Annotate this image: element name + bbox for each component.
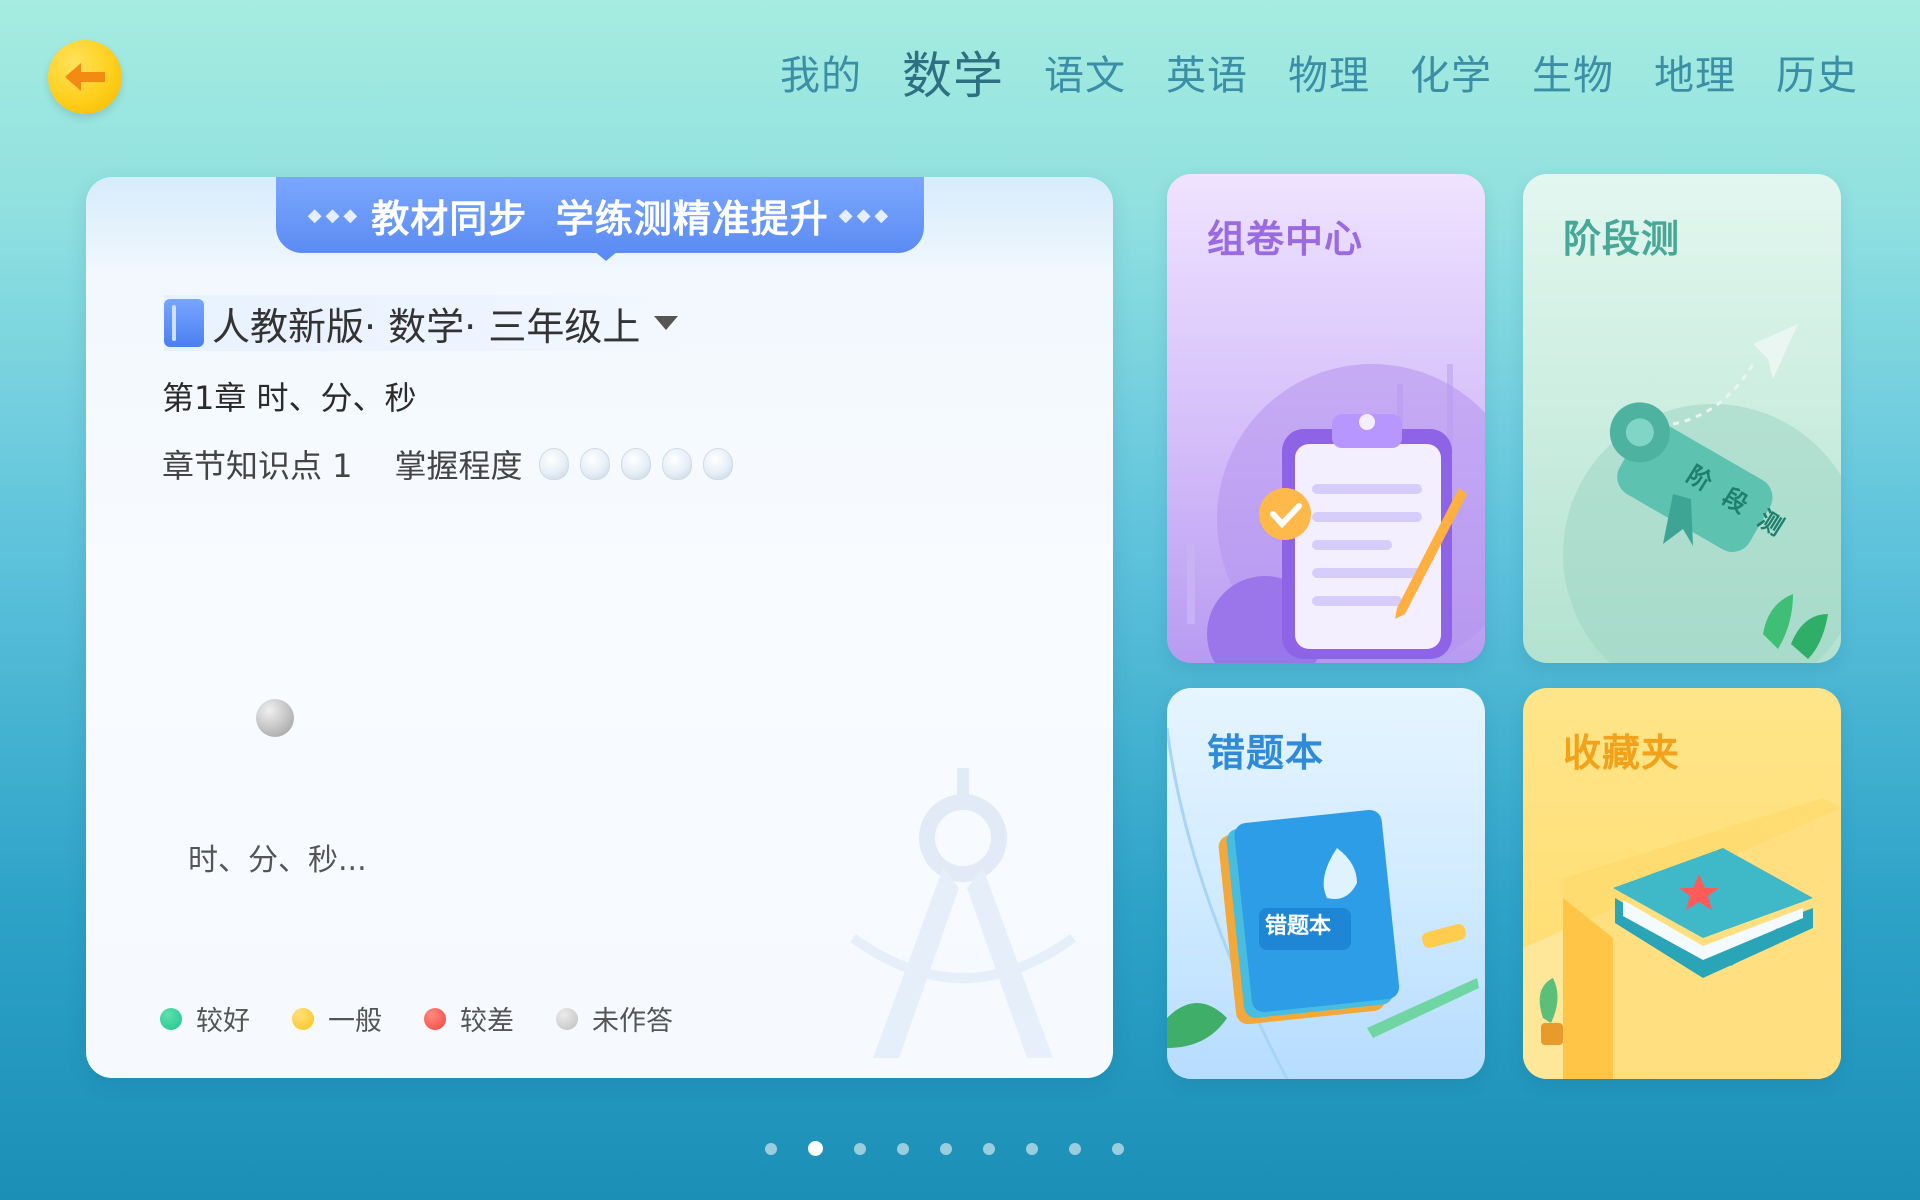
legend-item: 未作答	[556, 999, 673, 1038]
tab-math[interactable]: 数学	[902, 36, 1004, 108]
scroll-icon	[1563, 324, 1841, 663]
knowledge-point-row: 章节知识点 1 掌握程度	[162, 441, 744, 487]
book-icon	[164, 299, 204, 347]
legend-label: 一般	[328, 1006, 382, 1037]
chapter-title: 第1章 时、分、秒	[162, 379, 417, 417]
folder-icon	[1523, 798, 1841, 1079]
banner-title: 教材同步 学练测精准提升	[371, 196, 829, 241]
clipboard-icon	[1187, 364, 1485, 663]
page-dot[interactable]	[983, 1142, 995, 1155]
bulb-icon	[620, 448, 651, 480]
favorites-tile[interactable]: 收藏夹	[1523, 688, 1841, 1079]
banner-tip	[594, 251, 618, 261]
banner-deco-left: ◆◆◆	[307, 204, 362, 226]
legend-dot-poor	[424, 1007, 446, 1030]
tab-biology[interactable]: 生物	[1532, 43, 1614, 101]
page-dot[interactable]	[1026, 1142, 1038, 1155]
tab-history[interactable]: 历史	[1776, 43, 1858, 101]
arrow-left-icon	[65, 63, 105, 91]
legend-dot-average	[292, 1007, 314, 1030]
tab-physics[interactable]: 物理	[1288, 43, 1370, 101]
subject-nav: 我的 数学 语文 英语 物理 化学 生物 地理 历史	[780, 40, 1898, 105]
compass-icon	[850, 768, 1076, 1058]
knowledge-point-label: 章节知识点 1	[162, 447, 353, 485]
tab-mine[interactable]: 我的	[780, 43, 862, 101]
tab-english[interactable]: 英语	[1166, 43, 1248, 101]
page-dot[interactable]	[765, 1142, 777, 1155]
legend-label: 较差	[460, 1006, 514, 1037]
legend-label: 较好	[196, 1006, 250, 1037]
banner-deco-right: ◆◆◆	[838, 204, 893, 226]
legend-item: 一般	[292, 999, 382, 1038]
bulb-icon	[702, 448, 733, 480]
mastery-legend: 较好 一般 较差 未作答	[160, 999, 715, 1038]
tab-geography[interactable]: 地理	[1654, 43, 1736, 101]
legend-dot-good	[160, 1007, 182, 1030]
mastery-label: 掌握程度	[394, 447, 523, 485]
bulb-icon	[579, 448, 610, 480]
page-dot[interactable]	[940, 1142, 952, 1155]
paper-center-tile[interactable]: 组卷中心	[1167, 174, 1485, 663]
wrong-answer-book-tile[interactable]: 错题本 错题本	[1167, 688, 1485, 1079]
legend-label: 未作答	[592, 1006, 673, 1037]
back-button[interactable]	[48, 40, 122, 114]
legend-item: 较差	[424, 999, 514, 1038]
textbook-sync-card: ◆◆◆ 教材同步 学练测精准提升 ◆◆◆ 人教新版· 数学· 三年级上 第1章 …	[86, 177, 1113, 1078]
page-dot[interactable]	[897, 1142, 909, 1155]
page-dot[interactable]	[1112, 1142, 1124, 1155]
caret-down-icon	[654, 316, 679, 330]
tab-chemistry[interactable]: 化学	[1410, 43, 1492, 101]
textbook-selector[interactable]: 人教新版· 数学· 三年级上	[164, 295, 689, 351]
bulb-icon	[661, 448, 692, 480]
page-dot-active[interactable]	[808, 1141, 823, 1156]
knowledge-node-label: 时、分、秒...	[188, 843, 367, 878]
page-dot[interactable]	[1069, 1142, 1081, 1155]
knowledge-node[interactable]	[256, 699, 294, 737]
banner: ◆◆◆ 教材同步 学练测精准提升 ◆◆◆	[276, 177, 924, 253]
legend-item: 较好	[160, 999, 250, 1038]
page-dot[interactable]	[854, 1142, 866, 1155]
stage-test-tile[interactable]: 阶段测 阶段测	[1523, 174, 1841, 663]
bulb-icon	[538, 448, 569, 480]
notebook-label: 错题本	[1265, 914, 1332, 939]
textbook-title: 人教新版· 数学· 三年级上	[212, 304, 641, 349]
tab-chinese[interactable]: 语文	[1044, 43, 1126, 101]
legend-dot-unanswered	[556, 1007, 578, 1030]
page-indicator	[765, 1141, 1155, 1156]
notebook-icon	[1167, 727, 1479, 1079]
